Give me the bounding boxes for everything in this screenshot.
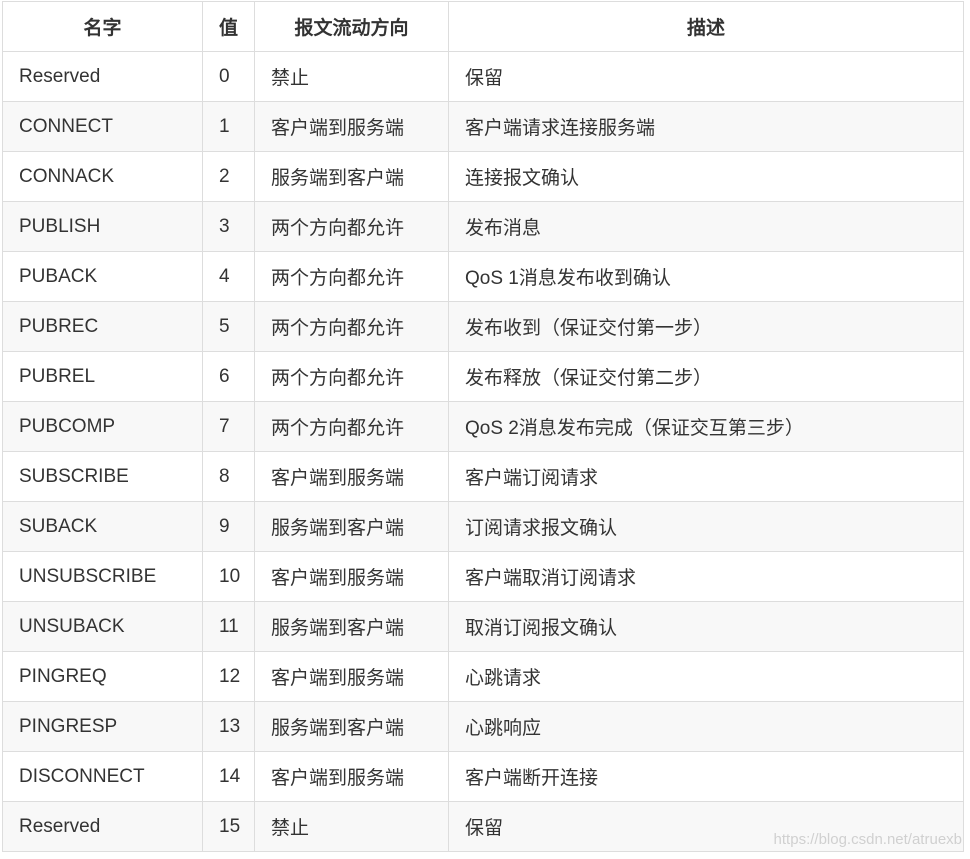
cell-direction: 服务端到客户端 xyxy=(254,701,449,752)
cell-direction: 禁止 xyxy=(254,801,449,852)
cell-direction: 服务端到客户端 xyxy=(254,501,449,552)
cell-value: 4 xyxy=(202,251,255,302)
cell-name: PINGRESP xyxy=(2,701,203,752)
cell-name: PUBCOMP xyxy=(2,401,203,452)
cell-name: PUBACK xyxy=(2,251,203,302)
table-header-row: 名字 值 报文流动方向 描述 xyxy=(2,1,964,52)
cell-value: 5 xyxy=(202,301,255,352)
cell-name: Reserved xyxy=(2,801,203,852)
table-row: PUBLISH 3 两个方向都允许 发布消息 xyxy=(2,201,964,252)
table-row: CONNECT 1 客户端到服务端 客户端请求连接服务端 xyxy=(2,101,964,152)
cell-direction: 客户端到服务端 xyxy=(254,101,449,152)
header-description: 描述 xyxy=(448,1,964,52)
cell-description: 心跳响应 xyxy=(448,701,964,752)
cell-name: CONNACK xyxy=(2,151,203,202)
header-name: 名字 xyxy=(2,1,203,52)
cell-value: 10 xyxy=(202,551,255,602)
cell-value: 12 xyxy=(202,651,255,702)
cell-value: 14 xyxy=(202,751,255,802)
cell-name: DISCONNECT xyxy=(2,751,203,802)
cell-value: 6 xyxy=(202,351,255,402)
table-row: SUBSCRIBE 8 客户端到服务端 客户端订阅请求 xyxy=(2,451,964,502)
cell-direction: 服务端到客户端 xyxy=(254,601,449,652)
cell-value: 1 xyxy=(202,101,255,152)
cell-description: 发布收到（保证交付第一步） xyxy=(448,301,964,352)
cell-name: PINGREQ xyxy=(2,651,203,702)
table-row: Reserved 0 禁止 保留 xyxy=(2,51,964,102)
cell-name: PUBREC xyxy=(2,301,203,352)
cell-description: 保留 xyxy=(448,51,964,102)
cell-direction: 禁止 xyxy=(254,51,449,102)
cell-name: UNSUBACK xyxy=(2,601,203,652)
cell-name: CONNECT xyxy=(2,101,203,152)
cell-description: QoS 2消息发布完成（保证交互第三步） xyxy=(448,401,964,452)
cell-direction: 客户端到服务端 xyxy=(254,651,449,702)
table-row: PUBCOMP 7 两个方向都允许 QoS 2消息发布完成（保证交互第三步） xyxy=(2,401,964,452)
cell-value: 2 xyxy=(202,151,255,202)
cell-name: PUBLISH xyxy=(2,201,203,252)
cell-description: 心跳请求 xyxy=(448,651,964,702)
cell-value: 9 xyxy=(202,501,255,552)
table-row: PUBACK 4 两个方向都允许 QoS 1消息发布收到确认 xyxy=(2,251,964,302)
table-row: PINGRESP 13 服务端到客户端 心跳响应 xyxy=(2,701,964,752)
table-row: PUBREC 5 两个方向都允许 发布收到（保证交付第一步） xyxy=(2,301,964,352)
cell-direction: 两个方向都允许 xyxy=(254,301,449,352)
table-row: PUBREL 6 两个方向都允许 发布释放（保证交付第二步） xyxy=(2,351,964,402)
cell-description: 客户端取消订阅请求 xyxy=(448,551,964,602)
cell-value: 13 xyxy=(202,701,255,752)
cell-description: 客户端订阅请求 xyxy=(448,451,964,502)
cell-direction: 客户端到服务端 xyxy=(254,751,449,802)
cell-description: 发布消息 xyxy=(448,201,964,252)
cell-description: 客户端请求连接服务端 xyxy=(448,101,964,152)
cell-direction: 客户端到服务端 xyxy=(254,551,449,602)
cell-direction: 客户端到服务端 xyxy=(254,451,449,502)
cell-name: Reserved xyxy=(2,51,203,102)
table-row: PINGREQ 12 客户端到服务端 心跳请求 xyxy=(2,651,964,702)
cell-name: SUBACK xyxy=(2,501,203,552)
cell-value: 8 xyxy=(202,451,255,502)
cell-value: 0 xyxy=(202,51,255,102)
table-row: DISCONNECT 14 客户端到服务端 客户端断开连接 xyxy=(2,751,964,802)
table-row: UNSUBACK 11 服务端到客户端 取消订阅报文确认 xyxy=(2,601,964,652)
cell-description: QoS 1消息发布收到确认 xyxy=(448,251,964,302)
table-row: CONNACK 2 服务端到客户端 连接报文确认 xyxy=(2,151,964,202)
header-value: 值 xyxy=(202,1,255,52)
cell-description: 订阅请求报文确认 xyxy=(448,501,964,552)
table-row: SUBACK 9 服务端到客户端 订阅请求报文确认 xyxy=(2,501,964,552)
table-row: UNSUBSCRIBE 10 客户端到服务端 客户端取消订阅请求 xyxy=(2,551,964,602)
header-direction: 报文流动方向 xyxy=(254,1,449,52)
cell-direction: 两个方向都允许 xyxy=(254,401,449,452)
cell-description: 发布释放（保证交付第二步） xyxy=(448,351,964,402)
cell-value: 11 xyxy=(202,601,255,652)
cell-value: 15 xyxy=(202,801,255,852)
cell-direction: 两个方向都允许 xyxy=(254,351,449,402)
watermark: https://blog.csdn.net/atruexb xyxy=(773,831,962,848)
cell-name: UNSUBSCRIBE xyxy=(2,551,203,602)
cell-description: 取消订阅报文确认 xyxy=(448,601,964,652)
cell-direction: 服务端到客户端 xyxy=(254,151,449,202)
cell-name: SUBSCRIBE xyxy=(2,451,203,502)
cell-value: 3 xyxy=(202,201,255,252)
cell-direction: 两个方向都允许 xyxy=(254,251,449,302)
packet-type-table: 名字 值 报文流动方向 描述 Reserved 0 禁止 保留 CONNECT 1 客户端到… xyxy=(2,1,964,852)
cell-direction: 两个方向都允许 xyxy=(254,201,449,252)
cell-description: 连接报文确认 xyxy=(448,151,964,202)
cell-description: 客户端断开连接 xyxy=(448,751,964,802)
cell-name: PUBREL xyxy=(2,351,203,402)
cell-value: 7 xyxy=(202,401,255,452)
